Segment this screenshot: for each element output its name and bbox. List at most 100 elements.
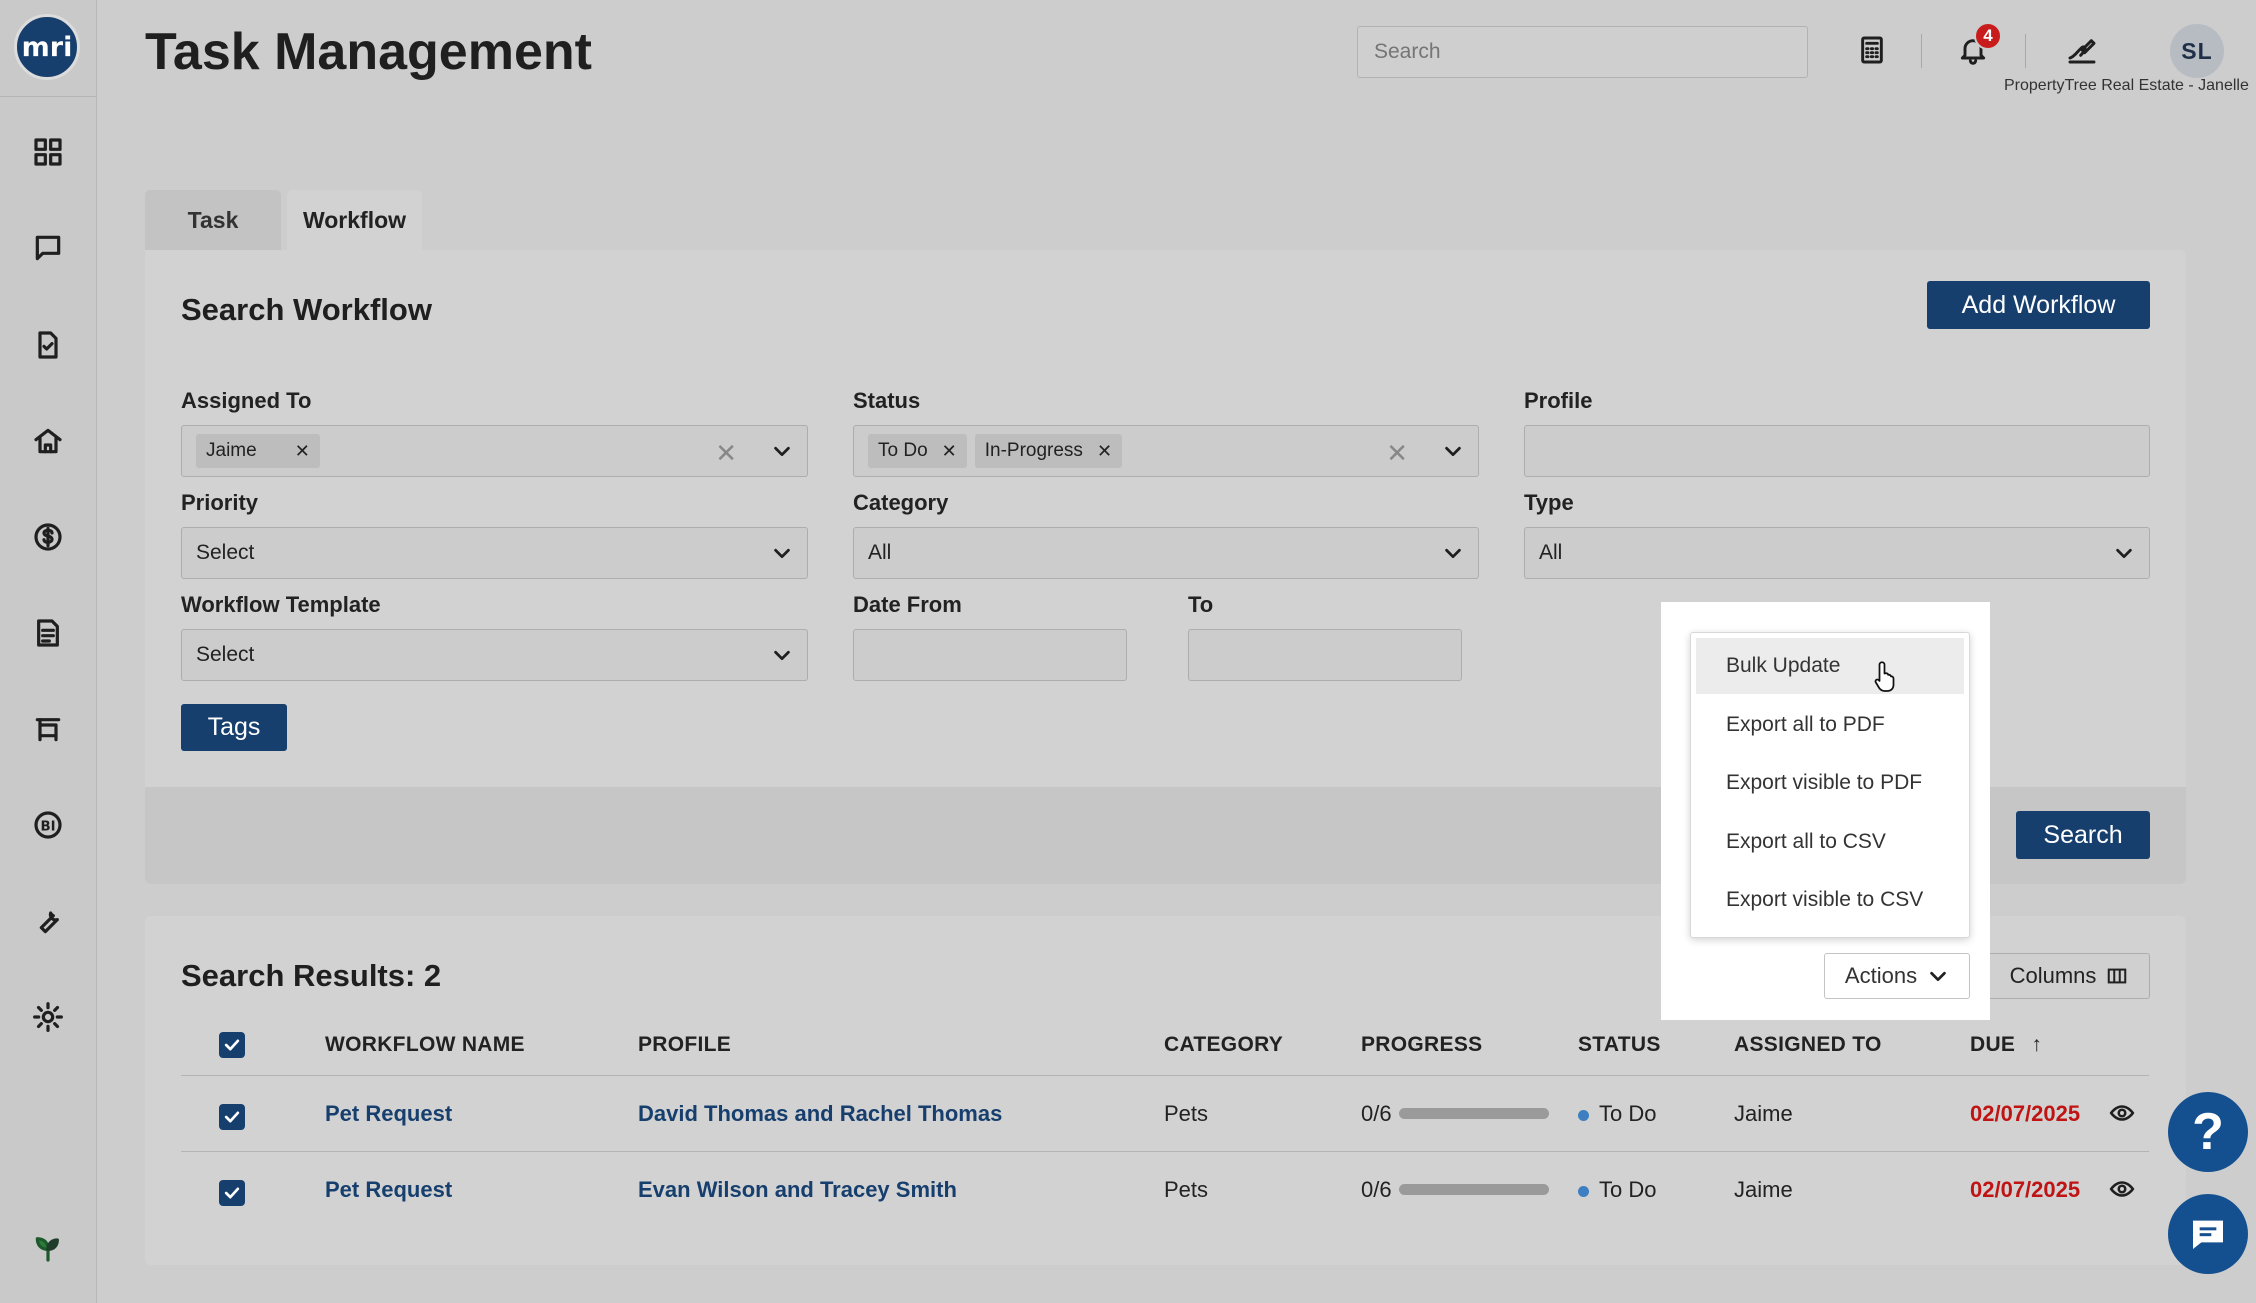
wrench-icon[interactable] bbox=[30, 903, 66, 939]
date-from-label: Date From bbox=[853, 592, 962, 617]
category-select[interactable]: All bbox=[853, 527, 1479, 579]
priority-label: Priority bbox=[181, 490, 259, 515]
due-date-cell: 02/07/2025 bbox=[1970, 1101, 2081, 1126]
column-header-due[interactable]: DUE ↑ bbox=[1970, 1033, 2042, 1057]
row-checkbox[interactable] bbox=[219, 1180, 245, 1206]
progress-bar bbox=[1399, 1108, 1549, 1119]
clear-selection-icon[interactable]: ✕ bbox=[715, 438, 737, 469]
tab-workflow[interactable]: Workflow bbox=[287, 190, 422, 251]
chip-remove-icon[interactable]: ✕ bbox=[1097, 441, 1112, 462]
dashboard-grid-icon[interactable] bbox=[30, 134, 66, 170]
chip-remove-icon[interactable]: ✕ bbox=[942, 441, 957, 462]
view-eye-icon[interactable] bbox=[2109, 1100, 2135, 1126]
global-search-input[interactable] bbox=[1357, 26, 1808, 78]
search-button[interactable]: Search bbox=[2016, 811, 2150, 859]
add-workflow-button[interactable]: Add Workflow bbox=[1927, 281, 2150, 329]
user-avatar[interactable]: SL bbox=[2170, 24, 2224, 78]
status-cell: To Do bbox=[1578, 1101, 1656, 1127]
category-cell: Pets bbox=[1164, 1177, 1209, 1202]
profile-input[interactable] bbox=[1524, 425, 2150, 477]
workflow-name-link[interactable]: Pet Request bbox=[325, 1101, 452, 1127]
page-title: Task Management bbox=[145, 23, 592, 81]
column-header-category[interactable]: CATEGORY bbox=[1164, 1033, 1283, 1057]
status-chip: To Do ✕ bbox=[868, 434, 967, 468]
chevron-down-icon[interactable] bbox=[771, 440, 793, 462]
row-checkbox[interactable] bbox=[219, 1104, 245, 1130]
chevron-down-icon[interactable] bbox=[1442, 440, 1464, 462]
home-icon[interactable] bbox=[30, 423, 66, 459]
maintenance-icon[interactable] bbox=[30, 711, 66, 747]
assigned-to-chip: Jaime ✕ bbox=[196, 434, 320, 468]
columns-icon bbox=[2108, 968, 2127, 984]
status-select[interactable]: To Do ✕ In-Progress ✕ ✕ bbox=[853, 425, 1479, 477]
status-text: To Do bbox=[1599, 1101, 1657, 1126]
calculator-icon[interactable] bbox=[1850, 28, 1894, 72]
column-header-progress[interactable]: PROGRESS bbox=[1361, 1033, 1482, 1057]
clear-selection-icon[interactable]: ✕ bbox=[1386, 438, 1408, 469]
assigned-to-label: Assigned To bbox=[181, 388, 312, 413]
signature-icon[interactable] bbox=[2060, 28, 2104, 72]
svg-text:BI: BI bbox=[40, 819, 55, 834]
chevron-down-icon[interactable] bbox=[771, 644, 793, 666]
columns-button[interactable]: Columns bbox=[1988, 953, 2150, 999]
help-question-icon[interactable]: ? bbox=[2168, 1092, 2248, 1172]
assigned-to-select[interactable]: Jaime ✕ ✕ bbox=[181, 425, 808, 477]
leaf-icon[interactable] bbox=[30, 1230, 66, 1266]
date-from-input[interactable] bbox=[853, 629, 1127, 681]
chat-bubble-icon[interactable] bbox=[30, 230, 66, 266]
sidebar: mri BI bbox=[0, 0, 97, 1303]
profile-link[interactable]: Evan Wilson and Tracey Smith bbox=[638, 1177, 957, 1203]
sort-ascending-icon[interactable]: ↑ bbox=[2031, 1033, 2042, 1056]
assigned-to-cell: Jaime bbox=[1734, 1101, 1793, 1126]
due-header-label: DUE bbox=[1970, 1033, 2016, 1056]
chip-remove-icon[interactable]: ✕ bbox=[295, 441, 310, 462]
workflow-template-select[interactable]: Select bbox=[181, 629, 808, 681]
menu-item-export-all-pdf[interactable]: Export all to PDF bbox=[1696, 697, 1964, 753]
chevron-down-icon[interactable] bbox=[1442, 542, 1464, 564]
progress-text: 0/6 bbox=[1361, 1101, 1392, 1126]
bi-icon[interactable]: BI bbox=[30, 807, 66, 843]
sidebar-divider bbox=[0, 96, 97, 97]
settings-gear-icon[interactable] bbox=[30, 999, 66, 1035]
workflow-template-label: Workflow Template bbox=[181, 592, 381, 617]
task-document-icon[interactable] bbox=[30, 327, 66, 363]
type-select[interactable]: All bbox=[1524, 527, 2150, 579]
tab-task[interactable]: Task bbox=[145, 190, 281, 251]
chevron-down-icon bbox=[1930, 971, 1946, 982]
chat-support-icon[interactable] bbox=[2168, 1194, 2248, 1274]
category-label: Category bbox=[853, 490, 949, 515]
table-row-divider bbox=[181, 1151, 2149, 1152]
columns-button-label: Columns bbox=[2009, 963, 2097, 988]
menu-item-export-visible-pdf[interactable]: Export visible to PDF bbox=[1696, 755, 1964, 811]
menu-item-export-all-csv[interactable]: Export all to CSV bbox=[1696, 814, 1964, 870]
chip-label: Jaime bbox=[206, 440, 257, 461]
report-icon[interactable] bbox=[30, 615, 66, 651]
select-all-checkbox[interactable] bbox=[219, 1032, 245, 1058]
chevron-down-icon[interactable] bbox=[2113, 542, 2135, 564]
column-header-status[interactable]: STATUS bbox=[1578, 1033, 1661, 1057]
table-header-divider bbox=[181, 1075, 2149, 1076]
date-to-input[interactable] bbox=[1188, 629, 1462, 681]
actions-button-label: Actions bbox=[1844, 963, 1918, 988]
chip-label: In-Progress bbox=[984, 440, 1083, 461]
column-header-assigned-to[interactable]: ASSIGNED TO bbox=[1734, 1033, 1882, 1057]
workflow-name-link[interactable]: Pet Request bbox=[325, 1177, 452, 1203]
progress-bar bbox=[1399, 1184, 1549, 1195]
column-header-workflow-name[interactable]: WORKFLOW NAME bbox=[325, 1033, 525, 1057]
notification-count-badge: 4 bbox=[1974, 22, 2002, 50]
mri-logo[interactable]: mri bbox=[14, 14, 80, 80]
profile-link[interactable]: David Thomas and Rachel Thomas bbox=[638, 1101, 1002, 1127]
actions-button[interactable]: Actions bbox=[1824, 953, 1970, 999]
view-eye-icon[interactable] bbox=[2109, 1176, 2135, 1202]
column-header-profile[interactable]: PROFILE bbox=[638, 1033, 731, 1057]
header-divider bbox=[2025, 34, 2026, 68]
category-cell: Pets bbox=[1164, 1101, 1209, 1126]
priority-select[interactable]: Select bbox=[181, 527, 808, 579]
workflow-template-value: Select bbox=[196, 643, 255, 666]
menu-item-bulk-update[interactable]: Bulk Update bbox=[1696, 638, 1964, 694]
chevron-down-icon[interactable] bbox=[771, 542, 793, 564]
dollar-icon[interactable] bbox=[30, 519, 66, 555]
status-text: To Do bbox=[1599, 1177, 1657, 1202]
menu-item-export-visible-csv[interactable]: Export visible to CSV bbox=[1696, 872, 1964, 928]
tags-button[interactable]: Tags bbox=[181, 704, 287, 751]
